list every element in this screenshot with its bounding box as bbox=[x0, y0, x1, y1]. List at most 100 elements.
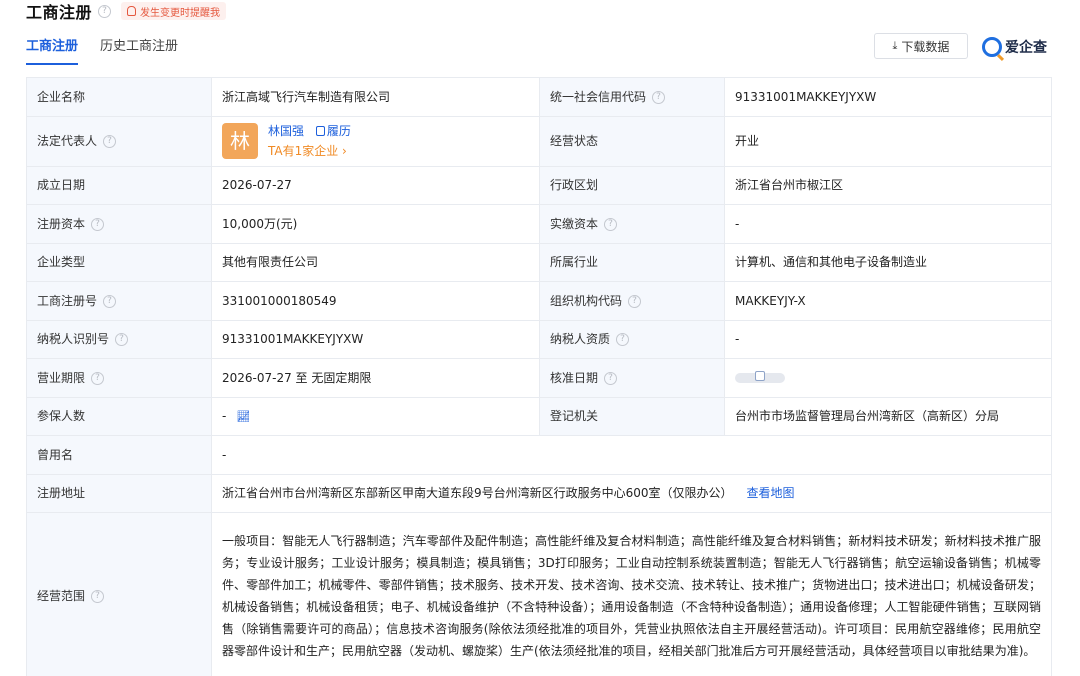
lock-icon bbox=[755, 371, 765, 382]
company-type-label: 企业类型 bbox=[26, 242, 212, 282]
status-value: 开业 bbox=[724, 115, 1052, 167]
table-row: 法定代表人? 林 林国强 履历 TA有1家企业 › 经营状态 开业 bbox=[26, 115, 1052, 167]
taxpayer-id-label: 纳税人识别号 bbox=[37, 332, 110, 347]
scope-cell: 一般项目：智能无人飞行器制造；汽车零部件及配件制造；高性能纤维及复合材料制造；高… bbox=[211, 512, 1052, 676]
help-icon[interactable]: ? bbox=[103, 294, 117, 308]
reg-capital-value: 10,000万(元) bbox=[211, 204, 540, 244]
insured-label: 参保人数 bbox=[26, 396, 212, 436]
approval-date-label-cell: 核准日期? bbox=[539, 358, 725, 398]
brand-logo: 爱企查 bbox=[982, 34, 1047, 60]
legal-rep-label-cell: 法定代表人? bbox=[26, 115, 212, 167]
help-icon[interactable]: ? bbox=[652, 90, 666, 104]
taxpayer-id-label-cell: 纳税人识别号? bbox=[26, 319, 212, 359]
paid-capital-label-cell: 实缴资本? bbox=[539, 204, 725, 244]
bell-icon bbox=[127, 6, 137, 16]
org-code-value: MAKKEYJY-X bbox=[724, 281, 1052, 321]
found-date-value: 2026-07-27 bbox=[211, 165, 540, 205]
help-icon[interactable]: ? bbox=[604, 217, 618, 231]
table-row: 企业名称 浙江高域飞行汽车制造有限公司 统一社会信用代码? 91331001MA… bbox=[26, 77, 1052, 117]
approval-date-cell bbox=[724, 358, 1052, 398]
legal-rep-label: 法定代表人 bbox=[37, 134, 98, 148]
avatar[interactable]: 林 bbox=[222, 123, 258, 159]
company-type-value: 其他有限责任公司 bbox=[211, 242, 540, 282]
insured-value: - bbox=[222, 408, 227, 423]
business-term-value: 2026-07-27 至 无固定期限 bbox=[211, 358, 540, 398]
region-label: 行政区划 bbox=[539, 165, 725, 205]
tab-business-registration[interactable]: 工商注册 bbox=[26, 37, 79, 65]
credit-code-label-cell: 统一社会信用代码? bbox=[539, 77, 725, 117]
reg-capital-label: 注册资本 bbox=[37, 216, 86, 231]
tab-history-registration[interactable]: 历史工商注册 bbox=[100, 37, 178, 65]
change-notify-button[interactable]: 发生变更时提醒我 bbox=[121, 2, 227, 20]
table-row: 注册地址 浙江省台州市台州湾新区东部新区甲南大道东段9号台州湾新区行政服务中心6… bbox=[26, 473, 1052, 513]
table-row: 工商注册号? 331001000180549 组织机构代码? MAKKEYJY-… bbox=[26, 281, 1052, 321]
resume-label: 履历 bbox=[326, 124, 351, 138]
table-row: 参保人数 - 📈︎ 登记机关 台州市市场监督管理局台州湾新区（高新区）分局 bbox=[26, 396, 1052, 436]
help-icon[interactable]: ? bbox=[91, 217, 105, 231]
scope-label: 经营范围 bbox=[37, 589, 86, 603]
table-row: 成立日期 2026-07-27 行政区划 浙江省台州市椒江区 bbox=[26, 165, 1052, 205]
company-name-label: 企业名称 bbox=[26, 77, 212, 117]
address-label: 注册地址 bbox=[26, 473, 212, 513]
help-icon[interactable]: ? bbox=[103, 135, 117, 148]
address-cell: 浙江省台州市台州湾新区东部新区甲南大道东段9号台州湾新区行政服务中心600室（仅… bbox=[211, 473, 1052, 513]
help-icon[interactable]: ? bbox=[115, 333, 129, 347]
paid-capital-value: - bbox=[724, 204, 1052, 244]
taxpayer-qual-label-cell: 纳税人资质? bbox=[539, 319, 725, 359]
reg-no-label: 工商注册号 bbox=[37, 293, 98, 308]
table-row: 曾用名 - bbox=[26, 435, 1052, 475]
legal-rep-name-link[interactable]: 林国强 bbox=[268, 124, 304, 138]
legal-rep-cell: 林 林国强 履历 TA有1家企业 › bbox=[211, 115, 540, 167]
scope-value: 一般项目：智能无人飞行器制造；汽车零部件及配件制造；高性能纤维及复合材料制造；高… bbox=[222, 534, 1041, 658]
found-date-label: 成立日期 bbox=[26, 165, 212, 205]
help-icon[interactable]: ? bbox=[628, 294, 642, 308]
resume-link[interactable]: 履历 bbox=[315, 124, 351, 138]
blurred-value[interactable] bbox=[735, 371, 785, 384]
company-name-value: 浙江高域飞行汽车制造有限公司 bbox=[211, 77, 540, 117]
taxpayer-qual-value: - bbox=[724, 319, 1052, 359]
business-term-label: 营业期限 bbox=[37, 370, 86, 385]
resume-icon bbox=[315, 126, 325, 136]
view-map-link[interactable]: 查看地图 bbox=[747, 486, 795, 500]
taxpayer-id-value: 91331001MAKKEYJYXW bbox=[211, 319, 540, 359]
authority-label: 登记机关 bbox=[539, 396, 725, 436]
address-value: 浙江省台州市台州湾新区东部新区甲南大道东段9号台州湾新区行政服务中心600室（仅… bbox=[222, 486, 733, 501]
taxpayer-qual-label: 纳税人资质 bbox=[550, 332, 611, 347]
tab-bar: 工商注册 历史工商注册 bbox=[26, 37, 200, 67]
table-row: 营业期限? 2026-07-27 至 无固定期限 核准日期? bbox=[26, 358, 1052, 398]
approval-date-label: 核准日期 bbox=[550, 370, 599, 385]
credit-code-value: 91331001MAKKEYJYXW bbox=[724, 77, 1052, 117]
credit-code-label: 统一社会信用代码 bbox=[550, 89, 647, 104]
insured-cell: - 📈︎ bbox=[211, 396, 540, 436]
help-icon[interactable]: ? bbox=[616, 333, 630, 347]
scope-label-cell: 经营范围? bbox=[26, 512, 212, 676]
trend-chart-icon[interactable]: 📈︎ bbox=[236, 410, 250, 423]
authority-value: 台州市市场监督管理局台州湾新区（高新区）分局 bbox=[724, 396, 1052, 436]
help-icon[interactable]: ? bbox=[604, 371, 618, 385]
former-name-value: - bbox=[211, 435, 1052, 475]
change-notify-label: 发生变更时提醒我 bbox=[140, 7, 221, 19]
reg-no-label-cell: 工商注册号? bbox=[26, 281, 212, 321]
industry-label: 所属行业 bbox=[539, 242, 725, 282]
download-label: 下载数据 bbox=[901, 39, 950, 54]
table-row: 经营范围? 一般项目：智能无人飞行器制造；汽车零部件及配件制造；高性能纤维及复合… bbox=[26, 512, 1052, 676]
legal-rep-companies-link[interactable]: TA有1家企业 › bbox=[268, 142, 351, 160]
table-row: 注册资本? 10,000万(元) 实缴资本? - bbox=[26, 204, 1052, 244]
reg-no-value: 331001000180549 bbox=[211, 281, 540, 321]
org-code-label: 组织机构代码 bbox=[550, 293, 623, 308]
download-data-button[interactable]: ⤓ 下载数据 bbox=[874, 33, 968, 59]
download-icon: ⤓ bbox=[892, 39, 898, 52]
brand-name: 爱企查 bbox=[1005, 40, 1047, 56]
status-label: 经营状态 bbox=[539, 115, 725, 167]
magnifier-logo-icon bbox=[982, 37, 1002, 57]
page-title: 工商注册 bbox=[26, 3, 93, 22]
help-icon[interactable]: ? bbox=[91, 371, 105, 385]
reg-capital-label-cell: 注册资本? bbox=[26, 204, 212, 244]
help-icon[interactable]: ? bbox=[91, 590, 105, 603]
org-code-label-cell: 组织机构代码? bbox=[539, 281, 725, 321]
table-row: 纳税人识别号? 91331001MAKKEYJYXW 纳税人资质? - bbox=[26, 319, 1052, 359]
help-icon[interactable]: ? bbox=[98, 4, 112, 18]
business-term-label-cell: 营业期限? bbox=[26, 358, 212, 398]
industry-value: 计算机、通信和其他电子设备制造业 bbox=[724, 242, 1052, 282]
region-value: 浙江省台州市椒江区 bbox=[724, 165, 1052, 205]
